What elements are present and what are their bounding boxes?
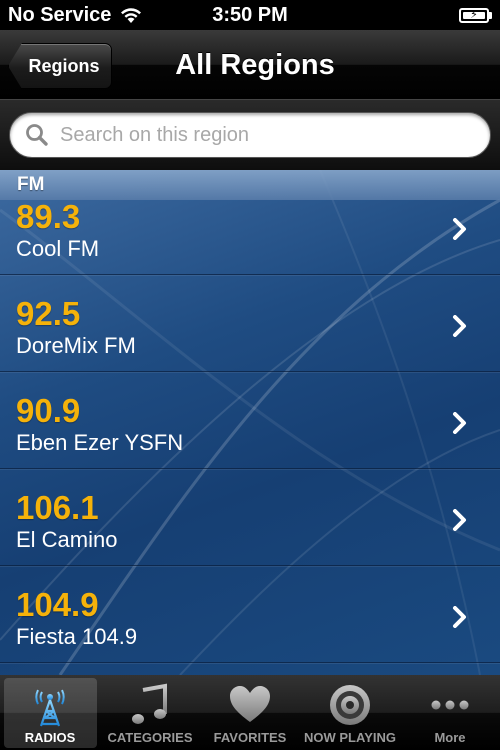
station-row-fiesta-104-9[interactable]: 104.9 Fiesta 104.9 xyxy=(0,566,500,663)
carrier-label: No Service xyxy=(8,3,112,26)
tab-label: NOW PLAYING xyxy=(304,730,396,745)
heart-icon xyxy=(230,686,270,722)
speaker-icon xyxy=(330,685,370,725)
station-frequency: 104.9 xyxy=(16,586,99,623)
station-row-eben-ezer-ysfn[interactable]: 90.9 Eben Ezer YSFN xyxy=(0,372,500,469)
chevron-right-icon xyxy=(453,315,466,337)
back-button-regions[interactable]: Regions xyxy=(8,43,112,89)
station-frequency: 106.1 xyxy=(16,489,99,526)
tab-bar: RADIOS CATEGORIES FAVORITES NOW PLAYING … xyxy=(0,675,500,750)
tab-label: FAVORITES xyxy=(213,730,287,745)
section-header-fm: FM xyxy=(0,170,500,200)
chevron-right-icon xyxy=(453,218,466,240)
station-frequency: 92.5 xyxy=(16,295,81,332)
chevron-right-icon xyxy=(453,412,466,434)
station-frequency: 89.3 xyxy=(16,198,81,235)
station-frequency: 90.9 xyxy=(16,392,81,429)
chevron-right-icon xyxy=(453,509,466,531)
music-note-icon xyxy=(132,683,167,724)
chevron-right-icon xyxy=(453,606,466,628)
tab-categories[interactable]: CATEGORIES xyxy=(100,675,200,750)
search-field[interactable] xyxy=(9,112,491,158)
navigation-bar: Regions All Regions xyxy=(0,30,500,100)
search-input[interactable] xyxy=(60,123,490,147)
station-name: Eben Ezer YSFN xyxy=(16,430,184,455)
page-title: All Regions xyxy=(175,48,335,81)
station-row-el-camino[interactable]: 106.1 El Camino xyxy=(0,469,500,566)
search-icon xyxy=(26,124,48,146)
station-list: 89.3 Cool FM 92.5 DoreMix FM 90.9 Eben E… xyxy=(0,178,500,663)
tab-now-playing[interactable]: NOW PLAYING xyxy=(300,675,400,750)
tab-label: CATEGORIES xyxy=(107,730,193,745)
tab-label: RADIOS xyxy=(24,730,76,745)
charging-bolt-icon: ⚡ xyxy=(470,8,478,21)
tab-radios[interactable]: RADIOS xyxy=(0,675,100,750)
station-name: DoreMix FM xyxy=(16,333,136,358)
tab-more[interactable]: More xyxy=(400,675,500,750)
tab-favorites[interactable]: FAVORITES xyxy=(200,675,300,750)
station-name: El Camino xyxy=(16,527,118,552)
station-row-doremix-fm[interactable]: 92.5 DoreMix FM xyxy=(0,275,500,372)
status-left: No Service xyxy=(8,4,143,27)
wifi-icon xyxy=(121,8,142,23)
battery-icon: ⚡ xyxy=(459,7,492,23)
station-list-area: FM 89.3 Cool FM 92.5 DoreMix FM 90.9 Ebe… xyxy=(0,170,500,675)
radio-tower-icon xyxy=(35,689,65,727)
tab-label: More xyxy=(434,730,466,745)
station-name: Cool FM xyxy=(16,236,100,261)
status-bar: No Service 3:50 PM ⚡ xyxy=(0,0,500,30)
search-bar xyxy=(0,100,500,170)
station-name: Fiesta 104.9 xyxy=(16,624,138,649)
more-dots-icon xyxy=(431,700,469,710)
